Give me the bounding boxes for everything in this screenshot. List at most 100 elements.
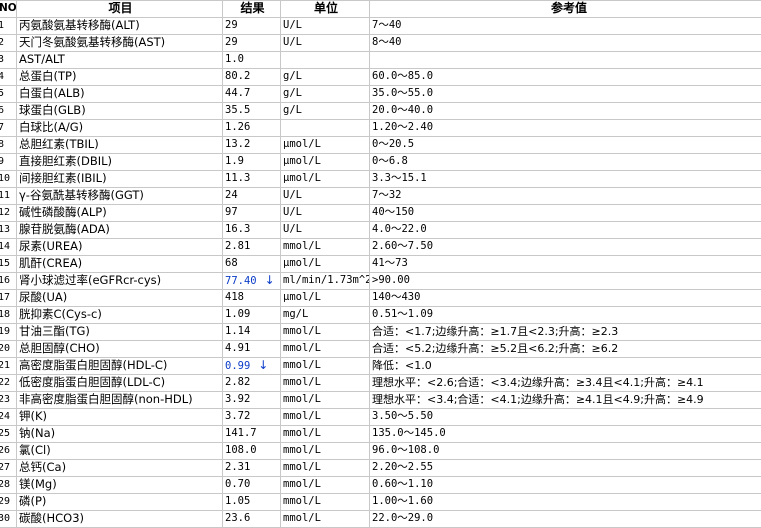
table-row: 6球蛋白(GLB)35.5g/L20.0～40.0 bbox=[0, 102, 761, 119]
test-name: 肌酐(CREA) bbox=[17, 255, 223, 272]
table-row: 24钾(K)3.72mmol/L3.50～5.50 bbox=[0, 408, 761, 425]
test-unit bbox=[281, 119, 370, 136]
test-unit-text: g/L bbox=[283, 104, 302, 116]
test-name: 尿酸(UA) bbox=[17, 289, 223, 306]
test-name-text: 碱性磷酸酶(ALP) bbox=[19, 205, 107, 219]
arrow-down-icon: ↓ bbox=[258, 358, 268, 372]
test-unit: mmol/L bbox=[281, 391, 370, 408]
reference-range-text: 3.3～15.1 bbox=[372, 172, 427, 184]
test-name: 总蛋白(TP) bbox=[17, 68, 223, 85]
result-value: 80.2 bbox=[225, 70, 250, 82]
arrow-down-icon: ↓ bbox=[265, 273, 275, 287]
table-row: 3AST/ALT1.0 bbox=[0, 51, 761, 68]
test-result: 80.2 bbox=[223, 68, 281, 85]
row-number: 21 bbox=[0, 357, 17, 374]
reference-range: 20.0～40.0 bbox=[370, 102, 761, 119]
test-result: 0.70 bbox=[223, 476, 281, 493]
reference-range: 0～20.5 bbox=[370, 136, 761, 153]
test-result: 418 bbox=[223, 289, 281, 306]
table-row: 8总胆红素(TBIL)13.2μmol/L0～20.5 bbox=[0, 136, 761, 153]
result-value: 23.6 bbox=[225, 512, 250, 524]
table-row: 2天门冬氨酸氨基转移酶(AST)29U/L8～40 bbox=[0, 34, 761, 51]
test-name: 球蛋白(GLB) bbox=[17, 102, 223, 119]
row-number-text: 8 bbox=[0, 139, 4, 150]
table-row: 25钠(Na)141.7mmol/L135.0～145.0 bbox=[0, 425, 761, 442]
row-number-text: 26 bbox=[0, 445, 10, 456]
test-result: 97 bbox=[223, 204, 281, 221]
result-value: 4.91 bbox=[225, 342, 250, 354]
test-name: 磷(P) bbox=[17, 493, 223, 510]
row-number-text: 9 bbox=[0, 156, 4, 167]
test-unit-text: mmol/L bbox=[283, 240, 321, 252]
row-number: 12 bbox=[0, 204, 17, 221]
result-value: 16.3 bbox=[225, 223, 250, 235]
reference-range-text: 0.51～1.09 bbox=[372, 308, 433, 320]
test-name-text: 白蛋白(ALB) bbox=[19, 86, 85, 100]
row-number-text: 5 bbox=[0, 88, 4, 99]
test-result: 1.26 bbox=[223, 119, 281, 136]
reference-range-text: 理想水平：<3.4;合适：<4.1;边缘升高：≥4.1且<4.9;升高：≥4.9 bbox=[372, 393, 704, 406]
reference-range-text: 0.60～1.10 bbox=[372, 478, 433, 490]
row-number: 15 bbox=[0, 255, 17, 272]
reference-range: 4.0～22.0 bbox=[370, 221, 761, 238]
row-number-text: 18 bbox=[0, 309, 10, 320]
result-value: 1.09 bbox=[225, 308, 250, 320]
result-value: 141.7 bbox=[225, 427, 257, 439]
row-number-text: 28 bbox=[0, 479, 10, 490]
reference-range-text: 135.0～145.0 bbox=[372, 427, 446, 439]
test-unit-text: U/L bbox=[283, 36, 302, 48]
result-value: 29 bbox=[225, 19, 238, 31]
test-result: 2.82 bbox=[223, 374, 281, 391]
test-unit: U/L bbox=[281, 34, 370, 51]
table-row: 30碳酸(HCO3)23.6mmol/L22.0～29.0 bbox=[0, 510, 761, 527]
reference-range-text: 7～40 bbox=[372, 19, 401, 31]
test-name-text: 白球比(A/G) bbox=[19, 120, 83, 134]
row-number-text: 10 bbox=[0, 173, 10, 184]
test-unit-text: U/L bbox=[283, 189, 302, 201]
test-name-text: 腺苷脱氨酶(ADA) bbox=[19, 222, 110, 236]
test-unit-text: mmol/L bbox=[283, 410, 321, 422]
test-name: 高密度脂蛋白胆固醇(HDL-C) bbox=[17, 357, 223, 374]
table-row: 17尿酸(UA)418μmol/L140～430 bbox=[0, 289, 761, 306]
test-name: 总胆固醇(CHO) bbox=[17, 340, 223, 357]
reference-range-text: 3.50～5.50 bbox=[372, 410, 433, 422]
test-name: 氯(Cl) bbox=[17, 442, 223, 459]
table-row: 16肾小球滤过率(eGFRcr-cys)77.40↓ml/min/1.73m^2… bbox=[0, 272, 761, 289]
reference-range-text: 1.00～1.60 bbox=[372, 495, 433, 507]
row-number-text: 3 bbox=[0, 54, 4, 65]
test-name: 碳酸(HCO3) bbox=[17, 510, 223, 527]
reference-range: 41～73 bbox=[370, 255, 761, 272]
reference-range-text: 2.60～7.50 bbox=[372, 240, 433, 252]
row-number: 17 bbox=[0, 289, 17, 306]
reference-range: 8～40 bbox=[370, 34, 761, 51]
row-number-text: 16 bbox=[0, 275, 10, 286]
table-row: 29磷(P)1.05mmol/L1.00～1.60 bbox=[0, 493, 761, 510]
result-value: 1.0 bbox=[225, 53, 244, 65]
reference-range: 35.0～55.0 bbox=[370, 85, 761, 102]
result-value: 0.70 bbox=[225, 478, 250, 490]
reference-range: 3.3～15.1 bbox=[370, 170, 761, 187]
test-name: 肾小球滤过率(eGFRcr-cys) bbox=[17, 272, 223, 289]
test-unit-text: U/L bbox=[283, 223, 302, 235]
table-row: 4总蛋白(TP)80.2g/L60.0～85.0 bbox=[0, 68, 761, 85]
test-name: γ-谷氨酰基转移酶(GGT) bbox=[17, 187, 223, 204]
table-header-row: NO. 项目 结果 单位 参考值 bbox=[0, 1, 761, 18]
reference-range: 140～430 bbox=[370, 289, 761, 306]
test-name-text: 非高密度脂蛋白胆固醇(non-HDL) bbox=[19, 392, 193, 406]
result-value: 2.31 bbox=[225, 461, 250, 473]
result-value: 24 bbox=[225, 189, 238, 201]
header-no: NO. bbox=[0, 1, 17, 18]
reference-range: 96.0～108.0 bbox=[370, 442, 761, 459]
test-result: 11.3 bbox=[223, 170, 281, 187]
table-row: 18胱抑素C(Cys-c)1.09mg/L0.51～1.09 bbox=[0, 306, 761, 323]
table-row: 10间接胆红素(IBIL)11.3μmol/L3.3～15.1 bbox=[0, 170, 761, 187]
test-unit: mmol/L bbox=[281, 238, 370, 255]
test-result: 24 bbox=[223, 187, 281, 204]
row-number-text: 7 bbox=[0, 122, 4, 133]
header-reference: 参考值 bbox=[370, 1, 761, 18]
result-value: 11.3 bbox=[225, 172, 250, 184]
row-number-text: 12 bbox=[0, 207, 10, 218]
result-value: 2.82 bbox=[225, 376, 250, 388]
test-unit: mmol/L bbox=[281, 425, 370, 442]
reference-range-text: 20.0～40.0 bbox=[372, 104, 433, 116]
